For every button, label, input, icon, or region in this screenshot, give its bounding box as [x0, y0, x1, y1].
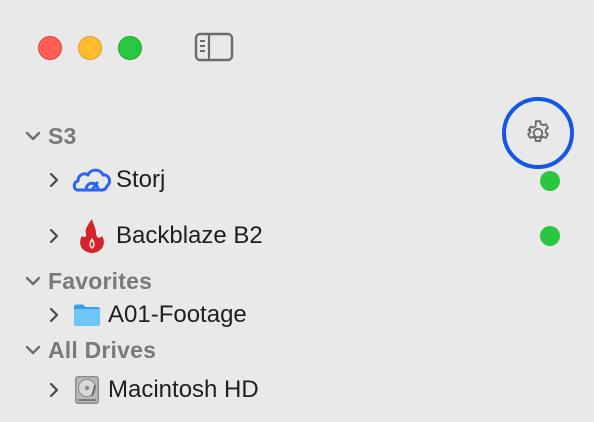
sidebar-item-label: Backblaze B2: [116, 222, 263, 249]
section-label: Favorites: [48, 267, 153, 294]
sidebar-item-backblaze-b2[interactable]: Backblaze B2: [46, 219, 263, 253]
chevron-right-icon: [49, 228, 59, 244]
gear-icon: [527, 120, 549, 142]
section-header-favorites[interactable]: Favorites: [24, 266, 152, 296]
chevron-right-icon: [49, 382, 59, 398]
hard-drive-icon: [72, 373, 104, 407]
sidebar-item-macintosh-hd[interactable]: Macintosh HD: [46, 373, 259, 407]
close-window-button[interactable]: [38, 36, 62, 60]
sidebar-item-label: A01-Footage: [108, 301, 247, 328]
section-label: S3: [48, 122, 77, 149]
section-label: All Drives: [48, 336, 157, 363]
status-indicator-storj: [540, 171, 560, 191]
storj-cloud-icon: [72, 163, 112, 197]
section-header-s3[interactable]: S3: [24, 121, 77, 151]
chevron-down-icon: [25, 276, 41, 286]
status-indicator-backblaze: [540, 226, 560, 246]
minimize-window-button[interactable]: [78, 36, 102, 60]
section-header-all-drives[interactable]: All Drives: [24, 335, 156, 365]
folder-icon: [72, 298, 104, 332]
s3-settings-button[interactable]: [502, 97, 574, 169]
sidebar-toggle-button[interactable]: [194, 32, 234, 62]
sidebar-item-a01-footage[interactable]: A01-Footage: [46, 298, 247, 332]
sidebar-toggle-icon: [194, 32, 234, 62]
chevron-right-icon: [49, 307, 59, 323]
sidebar: S3 Storj Backblaze B2 Favorites A01-Foot…: [0, 0, 594, 422]
sidebar-item-label: Storj: [116, 166, 166, 193]
sidebar-item-storj[interactable]: Storj: [46, 163, 165, 197]
chevron-right-icon: [49, 172, 59, 188]
backblaze-flame-icon: [72, 219, 112, 253]
chevron-down-icon: [25, 131, 41, 141]
zoom-window-button[interactable]: [118, 36, 142, 60]
chevron-down-icon: [25, 345, 41, 355]
sidebar-item-label: Macintosh HD: [108, 376, 259, 403]
